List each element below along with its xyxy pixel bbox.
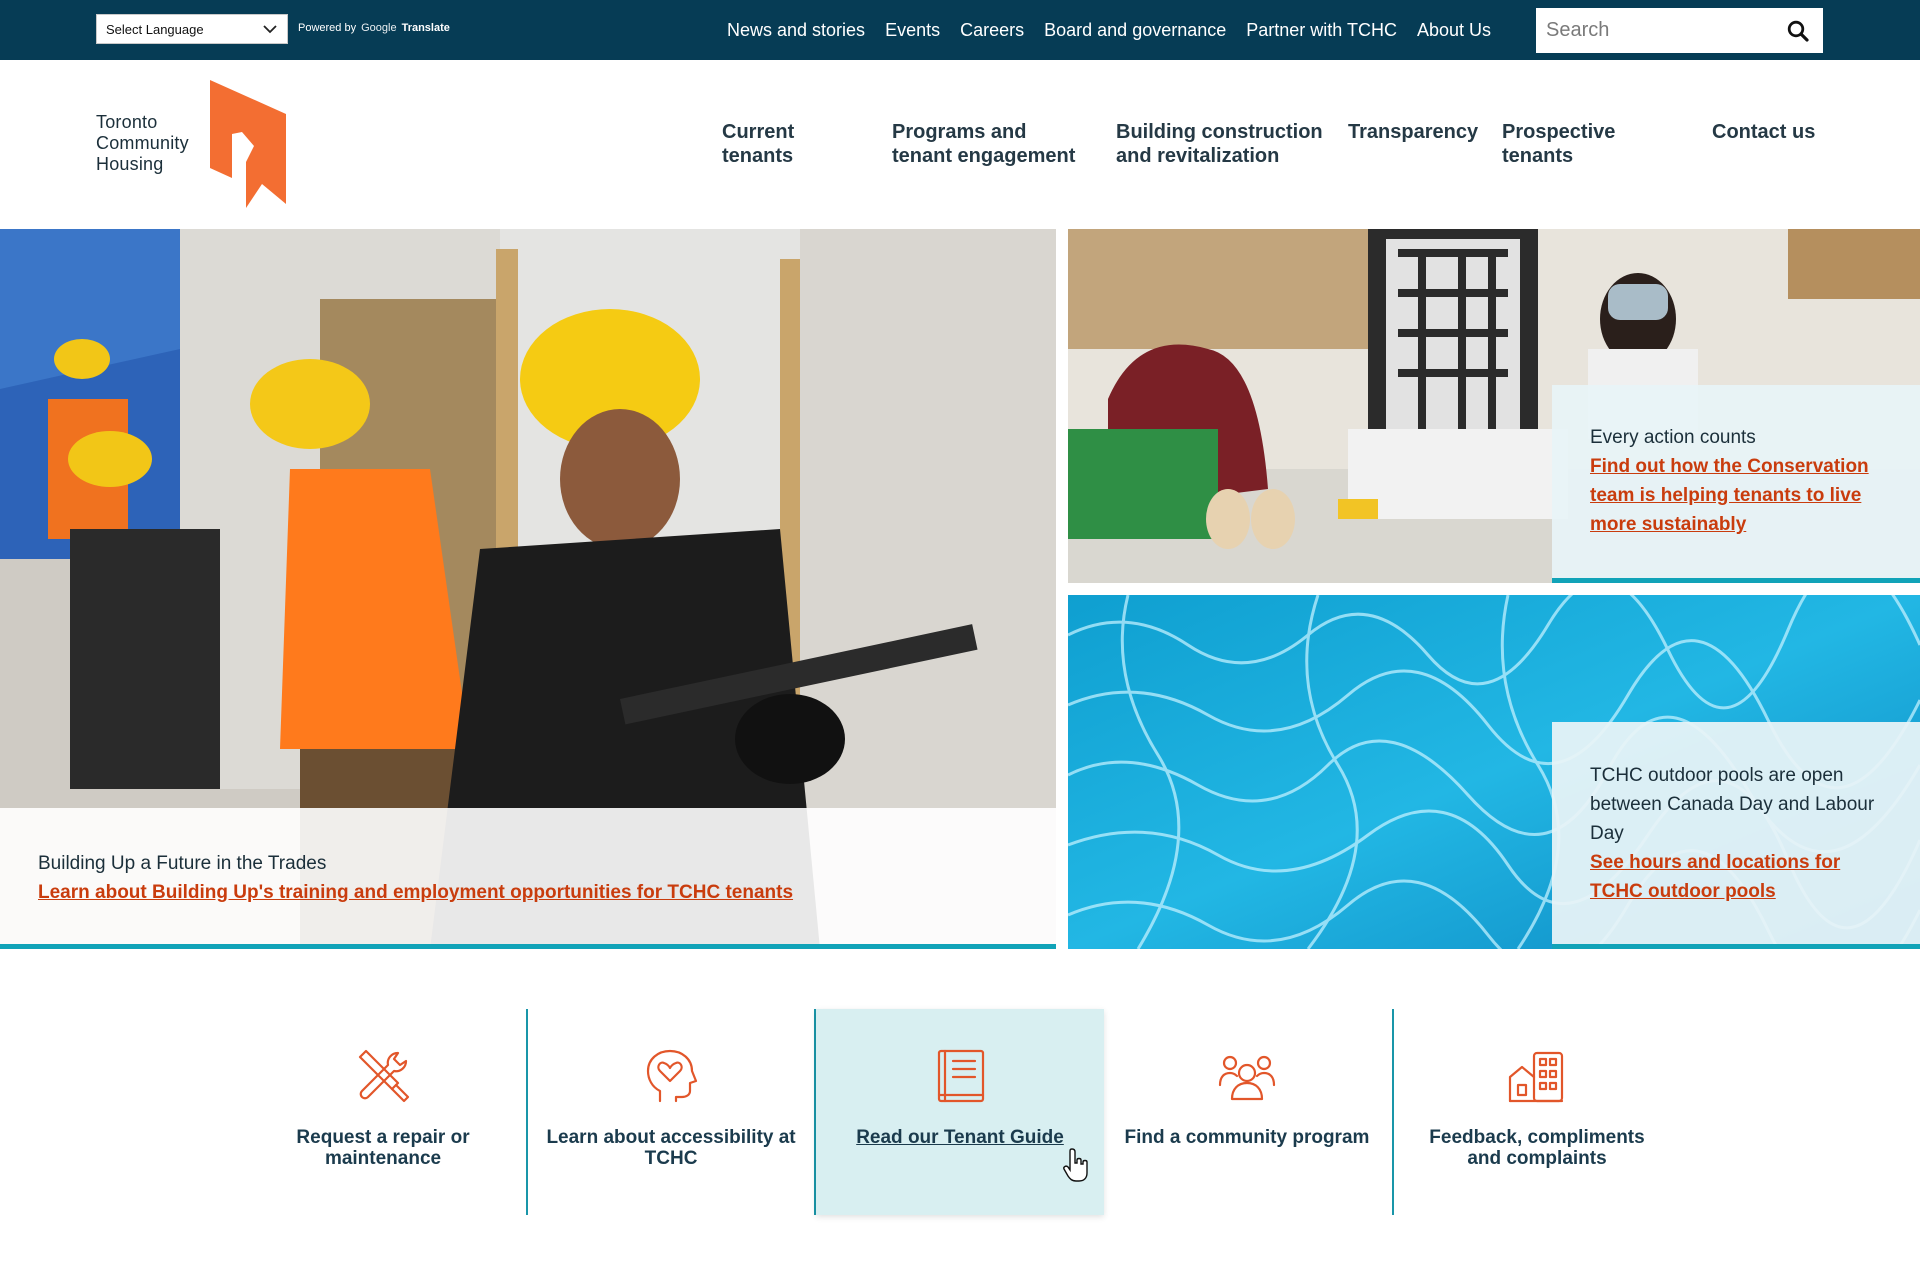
main-nav: Current tenants Programs and tenant enga… bbox=[698, 120, 1824, 168]
nav-building-construction[interactable]: Building construction and revitalization bbox=[1116, 120, 1324, 168]
utility-link-news[interactable]: News and stories bbox=[727, 20, 865, 41]
quick-link-feedback[interactable]: Feedback, compliments and complaints bbox=[1391, 1009, 1680, 1215]
conservation-feature: Every action counts Find out how the Con… bbox=[1068, 229, 1920, 583]
language-select-label: Select Language bbox=[106, 21, 204, 37]
search-box bbox=[1536, 8, 1823, 53]
hero-feature: Building Up a Future in the Trades Learn… bbox=[0, 229, 1056, 949]
hero-caption: Building Up a Future in the Trades Learn… bbox=[0, 808, 1056, 944]
hand-pointer-icon bbox=[1063, 1148, 1088, 1182]
utility-link-events[interactable]: Events bbox=[885, 20, 940, 41]
quick-link-label: Feedback, compliments and complaints bbox=[1429, 1127, 1645, 1169]
conservation-title: Every action counts bbox=[1590, 427, 1756, 448]
nav-contact-us[interactable]: Contact us bbox=[1712, 120, 1824, 168]
quick-link-repair[interactable]: Request a repair or maintenance bbox=[240, 1009, 529, 1215]
quick-links: Request a repair or maintenance Learn ab… bbox=[240, 1009, 1680, 1215]
google-translate-attribution: Powered by Google Translate bbox=[298, 22, 450, 34]
hero-title: Building Up a Future in the Trades bbox=[38, 853, 327, 874]
utility-link-partner[interactable]: Partner with TCHC bbox=[1246, 20, 1397, 41]
utility-bar: Select Language Powered by Google Transl… bbox=[0, 0, 1920, 60]
pool-caption: TCHC outdoor pools are open between Cana… bbox=[1552, 722, 1920, 949]
quick-link-label: Learn about accessibility at TCHC bbox=[546, 1127, 796, 1169]
utility-link-careers[interactable]: Careers bbox=[960, 20, 1024, 41]
utility-nav: News and stories Events Careers Board an… bbox=[727, 0, 1511, 60]
chevron-down-icon bbox=[262, 21, 278, 37]
repair-tools-icon bbox=[358, 1049, 410, 1103]
utility-link-about[interactable]: About Us bbox=[1417, 20, 1491, 41]
pool-feature: TCHC outdoor pools are open between Cana… bbox=[1068, 595, 1920, 949]
pool-title: TCHC outdoor pools are open between Cana… bbox=[1590, 765, 1875, 844]
nav-programs[interactable]: Programs and tenant engagement bbox=[892, 120, 1092, 168]
nav-current-tenants[interactable]: Current tenants bbox=[722, 120, 868, 168]
search-input[interactable] bbox=[1536, 19, 1776, 42]
language-select[interactable]: Select Language bbox=[96, 14, 288, 44]
quick-link-community-program[interactable]: Find a community program bbox=[1104, 1009, 1392, 1215]
quick-link-accessibility[interactable]: Learn about accessibility at TCHC bbox=[528, 1009, 817, 1215]
quick-link-label: Read our Tenant Guide bbox=[856, 1127, 1064, 1148]
quick-link-label: Request a repair or maintenance bbox=[296, 1127, 470, 1169]
pool-link[interactable]: See hours and locations for TCHC outdoor… bbox=[1590, 848, 1892, 906]
logo-mark-icon bbox=[210, 80, 286, 208]
google-logo-text: Google bbox=[361, 22, 397, 34]
utility-link-board[interactable]: Board and governance bbox=[1044, 20, 1226, 41]
quick-link-tenant-guide[interactable]: Read our Tenant Guide bbox=[816, 1009, 1104, 1215]
conservation-caption: Every action counts Find out how the Con… bbox=[1552, 385, 1920, 583]
search-icon[interactable] bbox=[1776, 8, 1820, 53]
hero-link[interactable]: Learn about Building Up's training and e… bbox=[38, 878, 793, 907]
nav-transparency[interactable]: Transparency bbox=[1348, 120, 1478, 168]
conservation-link[interactable]: Find out how the Conservation team is he… bbox=[1590, 452, 1892, 539]
site-header: Toronto Community Housing Current tenant… bbox=[0, 60, 1920, 229]
logo-line: Toronto bbox=[96, 112, 158, 132]
nav-prospective-tenants[interactable]: Prospective tenants bbox=[1502, 120, 1688, 168]
translate-link[interactable]: Translate bbox=[402, 22, 450, 34]
buildings-icon bbox=[1508, 1051, 1564, 1103]
accessibility-heart-head-icon bbox=[646, 1049, 698, 1103]
logo-wordmark: Toronto Community Housing bbox=[96, 112, 189, 175]
tchc-logo[interactable]: Toronto Community Housing bbox=[96, 80, 296, 210]
powered-by-text: Powered by bbox=[298, 22, 357, 34]
logo-line: Housing bbox=[96, 154, 164, 174]
quick-link-label: Find a community program bbox=[1124, 1127, 1370, 1148]
people-group-icon bbox=[1218, 1055, 1276, 1101]
book-icon bbox=[937, 1049, 985, 1103]
logo-line: Community bbox=[96, 133, 189, 153]
